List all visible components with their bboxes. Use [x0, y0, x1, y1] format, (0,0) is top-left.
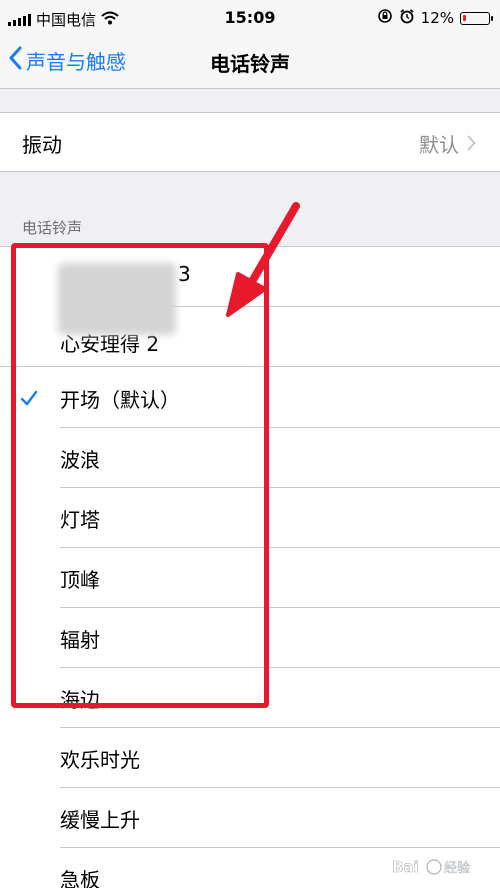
ringtone-item[interactable]: 辐射 [0, 608, 500, 668]
row-separator [0, 366, 500, 367]
ringtone-list: 3 心安理得 2 开场（默认） 波浪 灯塔 顶峰 辐射 海边 欢乐时光 缓慢上升 急板 [0, 246, 500, 888]
ringtone-label: 欢乐时光 [60, 748, 140, 772]
vibration-value-group: 默认 [419, 129, 476, 158]
ringtone-item[interactable]: 开场（默认） [0, 368, 500, 428]
ringtone-label: 海边 [60, 688, 100, 712]
checkmark-icon [20, 390, 38, 406]
privacy-blur [58, 263, 176, 335]
ringtone-item[interactable]: 欢乐时光 [0, 728, 500, 788]
ringtone-item[interactable]: 灯塔 [0, 488, 500, 548]
status-right: 12% [377, 8, 493, 28]
ringtone-label: 灯塔 [60, 508, 100, 532]
battery-level [463, 14, 466, 21]
battery-icon [460, 11, 493, 25]
ringtone-item[interactable]: 急板 [0, 848, 500, 888]
ringtone-item[interactable]: 波浪 [0, 428, 500, 488]
ringtone-label: 缓慢上升 [60, 808, 140, 832]
phone-screen: 中国电信 15:09 12% 声音与触感 电话铃声 振动 默认 电话铃声 3 心… [0, 0, 500, 888]
chevron-right-icon [467, 132, 476, 156]
vibration-row[interactable]: 振动 默认 [0, 112, 500, 172]
ringtone-label: 急板 [60, 868, 100, 888]
ringtone-label: 辐射 [60, 628, 100, 652]
ringtone-label: 顶峰 [60, 568, 100, 592]
alarm-icon [399, 8, 415, 28]
ringtone-label: 3 [178, 262, 191, 286]
status-bar: 中国电信 15:09 12% [0, 0, 500, 36]
ringtone-item[interactable]: 顶峰 [0, 548, 500, 608]
rotation-lock-icon [377, 8, 393, 28]
battery-percent: 12% [420, 9, 454, 27]
navigation-bar: 声音与触感 电话铃声 [0, 36, 500, 89]
ringtone-item[interactable]: 缓慢上升 [0, 788, 500, 848]
vibration-value: 默认 [419, 133, 459, 157]
ringtone-label: 波浪 [60, 448, 100, 472]
section-header: 电话铃声 [22, 219, 83, 237]
ringtone-label: 开场（默认） [60, 388, 180, 412]
page-title: 电话铃声 [210, 52, 290, 76]
vibration-label: 振动 [22, 133, 62, 157]
ringtone-item[interactable]: 海边 [0, 668, 500, 728]
